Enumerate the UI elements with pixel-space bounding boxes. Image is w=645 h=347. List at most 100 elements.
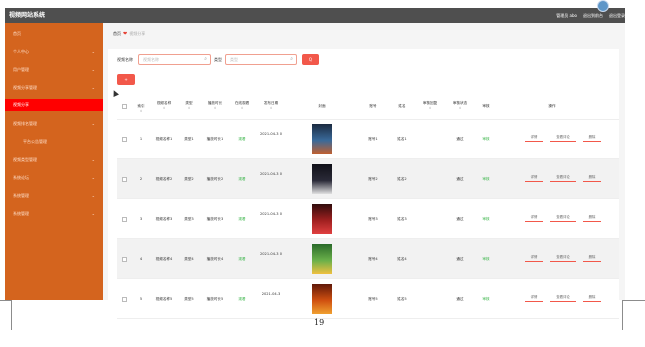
chevron-down-icon: ⌄ — [91, 85, 95, 90]
row-watch-link[interactable]: 观看 — [230, 257, 254, 262]
page-border — [622, 300, 623, 330]
name-filter-input[interactable]: 视频名称 ⌕ — [138, 54, 211, 65]
table-row: 1 视频名称1 类型1 播放时长1 观看 账号1 姓名1 通过 审核 2021-04-3 0 详情查… — [117, 119, 619, 159]
row-audit-link[interactable]: 审核 — [475, 217, 497, 222]
col-watch[interactable]: 在线观看 ⇕ — [230, 101, 254, 110]
row-person: 姓名3 — [397, 217, 407, 221]
sidebar-item-label: 视频分享 — [13, 102, 29, 107]
col-reply[interactable]: 审核回复 ⇕ — [417, 101, 443, 110]
row-watch-link[interactable]: 观看 — [230, 217, 254, 222]
chevron-down-icon: ⌄ — [91, 193, 95, 198]
select-all-checkbox[interactable] — [122, 104, 127, 109]
sidebar-item-forum[interactable]: 系统论坛 ⌄ — [5, 172, 103, 184]
sidebar-item-system-b[interactable]: 系统管理 ⌄ — [5, 208, 103, 220]
row-type: 类型1 — [184, 137, 194, 141]
delete-button[interactable]: 删除 — [583, 294, 601, 302]
review-comments-button[interactable]: 查看评论 — [550, 214, 576, 222]
col-account[interactable]: 账号 — [362, 104, 384, 109]
row-date: 2021-04-3 — [261, 292, 281, 296]
search-button[interactable]: Q — [302, 54, 319, 65]
sidebar-item-share[interactable]: 视频分享 — [5, 99, 103, 111]
col-duration[interactable]: 播放时长 ⇕ — [203, 101, 227, 110]
row-checkbox[interactable] — [122, 297, 127, 302]
col-date[interactable]: 发布日期 ⇕ — [258, 101, 284, 110]
row-index: 2 — [139, 177, 143, 181]
row-checkbox[interactable] — [122, 257, 127, 262]
review-comments-button[interactable]: 查看评论 — [550, 294, 576, 302]
detail-button[interactable]: 详情 — [525, 174, 543, 182]
type-filter-placeholder: 类型 — [230, 57, 238, 62]
delete-button[interactable]: 删除 — [583, 134, 601, 142]
sidebar-item-label: 系统论坛 — [13, 175, 29, 180]
delete-button[interactable]: 删除 — [583, 214, 601, 222]
row-watch-link[interactable]: 观看 — [230, 137, 254, 142]
page-border — [11, 300, 12, 330]
sidebar-item-label: 视频排名管理 — [13, 121, 37, 126]
sidebar-item-profile[interactable]: 个人中心 ⌄ — [5, 46, 103, 58]
row-type: 类型5 — [184, 297, 194, 301]
row-name: 视频名称3 — [155, 217, 173, 221]
review-comments-button[interactable]: 查看评论 — [550, 134, 576, 142]
row-status: 通过 — [456, 177, 464, 181]
type-filter-input[interactable]: 类型 ⌕ — [225, 54, 297, 65]
row-status: 通过 — [456, 137, 464, 141]
row-watch-link[interactable]: 观看 — [230, 297, 254, 302]
row-duration: 播放时长2 — [206, 177, 224, 181]
row-type: 类型2 — [184, 177, 194, 181]
chevron-down-icon: ⌄ — [91, 175, 95, 180]
row-duration: 播放时长4 — [206, 257, 224, 261]
detail-button[interactable]: 详情 — [525, 294, 543, 302]
row-index: 4 — [139, 257, 143, 261]
detail-button[interactable]: 详情 — [525, 254, 543, 262]
sidebar-item-ranking[interactable]: 视频排名管理 ⌄ — [5, 118, 103, 130]
heart-icon: ❤ — [123, 31, 128, 37]
review-comments-button[interactable]: 查看评论 — [550, 174, 576, 182]
review-comments-button[interactable]: 查看评论 — [550, 254, 576, 262]
row-audit-link[interactable]: 审核 — [475, 137, 497, 142]
table-row: 4 视频名称4 类型4 播放时长4 观看 账号4 姓名4 通过 审核 2021-04-3 0 详情查… — [117, 239, 619, 279]
col-person[interactable]: 姓名 — [391, 104, 413, 109]
col-index[interactable]: 索引 ⇕ — [133, 104, 149, 113]
row-duration: 播放时长5 — [206, 297, 224, 301]
row-checkbox[interactable] — [122, 177, 127, 182]
col-status[interactable]: 审核状态 ⇕ — [447, 101, 473, 110]
row-audit-link[interactable]: 审核 — [475, 257, 497, 262]
sidebar-item-types[interactable]: 视频类型管理 ⌄ — [5, 154, 103, 166]
detail-button[interactable]: 详情 — [525, 134, 543, 142]
col-cover[interactable]: 封面 — [307, 104, 337, 109]
cover-image — [312, 164, 332, 194]
cover-image — [312, 284, 332, 314]
row-audit-link[interactable]: 审核 — [475, 297, 497, 302]
sidebar-item-share-mgmt[interactable]: 视频分享管理 ⌄ — [5, 82, 103, 94]
col-name[interactable]: 视频名称 ⇕ — [151, 101, 177, 110]
back-to-front-link[interactable]: 退出到前台 — [583, 11, 603, 20]
sidebar-item-system-a[interactable]: 系统管理 ⌄ — [5, 190, 103, 202]
type-filter-label: 类型 — [214, 57, 222, 62]
cover-image — [312, 244, 332, 274]
row-index: 3 — [139, 217, 143, 221]
sidebar-item-users[interactable]: 用户管理 ⌄ — [5, 64, 103, 76]
col-type[interactable]: 类型 ⇕ — [180, 101, 198, 110]
row-type: 类型4 — [184, 257, 194, 261]
add-button[interactable]: + — [117, 74, 135, 85]
row-audit-link[interactable]: 审核 — [475, 177, 497, 182]
table-row: 2 视频名称2 类型2 播放时长2 观看 账号2 姓名2 通过 审核 2021-04-3 0 详情查… — [117, 159, 619, 199]
row-checkbox[interactable] — [122, 217, 127, 222]
logout-link[interactable]: 退出登录 — [609, 11, 625, 20]
delete-button[interactable]: 删除 — [583, 254, 601, 262]
row-index: 1 — [139, 137, 143, 141]
row-watch-link[interactable]: 观看 — [230, 177, 254, 182]
chevron-down-icon: ⌄ — [91, 121, 95, 126]
row-date: 2021-04-3 0 — [259, 212, 283, 216]
sidebar-item-notice[interactable]: 平台公告管理 — [5, 136, 103, 148]
sidebar-item-home[interactable]: 首页 — [5, 28, 103, 40]
breadcrumb-home[interactable]: 首页 — [113, 31, 121, 36]
row-checkbox[interactable] — [122, 137, 127, 142]
row-name: 视频名称5 — [155, 297, 173, 301]
row-status: 通过 — [456, 217, 464, 221]
delete-button[interactable]: 删除 — [583, 174, 601, 182]
col-audit[interactable]: 审核 — [475, 104, 497, 109]
table-row: 3 视频名称3 类型3 播放时长3 观看 账号3 姓名3 通过 审核 2021-04-3 0 详情查… — [117, 199, 619, 239]
sidebar-item-label: 用户管理 — [13, 67, 29, 72]
detail-button[interactable]: 详情 — [525, 214, 543, 222]
